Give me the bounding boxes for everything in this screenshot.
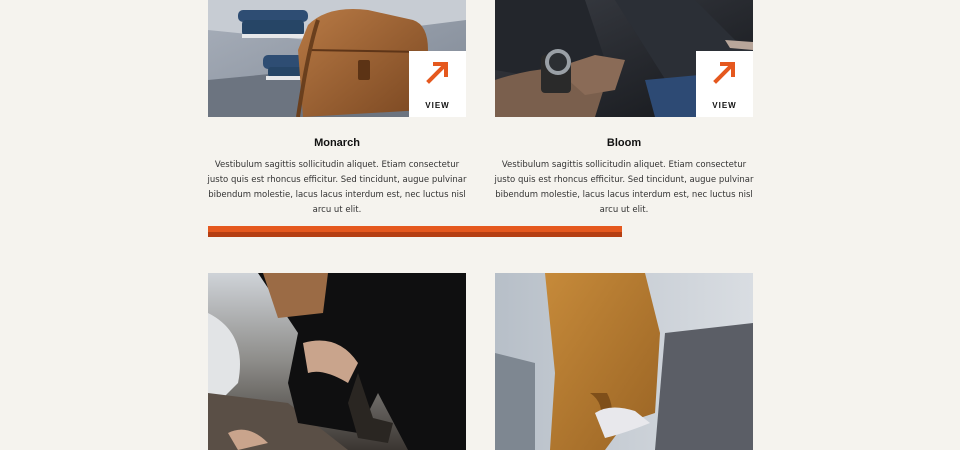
card-description: Vestibulum sagittis sollicitudin aliquet… [494, 160, 754, 215]
product-image-4[interactable] [495, 273, 753, 450]
card-description: Vestibulum sagittis sollicitudin aliquet… [207, 160, 467, 215]
card-title: Monarch [314, 137, 360, 149]
arrow-up-right-icon [426, 62, 448, 84]
view-button[interactable]: VIEW [409, 51, 466, 117]
product-image-3[interactable] [208, 273, 466, 450]
product-card-4 [495, 273, 753, 450]
product-image-monarch[interactable]: VIEW [208, 0, 466, 117]
crouching-woman-photo [208, 273, 466, 450]
view-label: VIEW [425, 101, 450, 110]
product-image-bloom[interactable]: VIEW [495, 0, 753, 117]
arrow-up-right-icon [713, 62, 735, 84]
product-card-bloom: VIEW Bloom Vestibulum sagittis sollicitu… [495, 0, 753, 218]
product-card-3 [208, 273, 466, 450]
mustard-cardigan-photo [495, 273, 753, 450]
view-label: VIEW [712, 101, 737, 110]
view-button[interactable]: VIEW [696, 51, 753, 117]
product-card-monarch: VIEW Monarch Vestibulum sagittis sollici… [208, 0, 466, 218]
card-title: Bloom [606, 137, 642, 149]
accent-divider [208, 226, 622, 237]
